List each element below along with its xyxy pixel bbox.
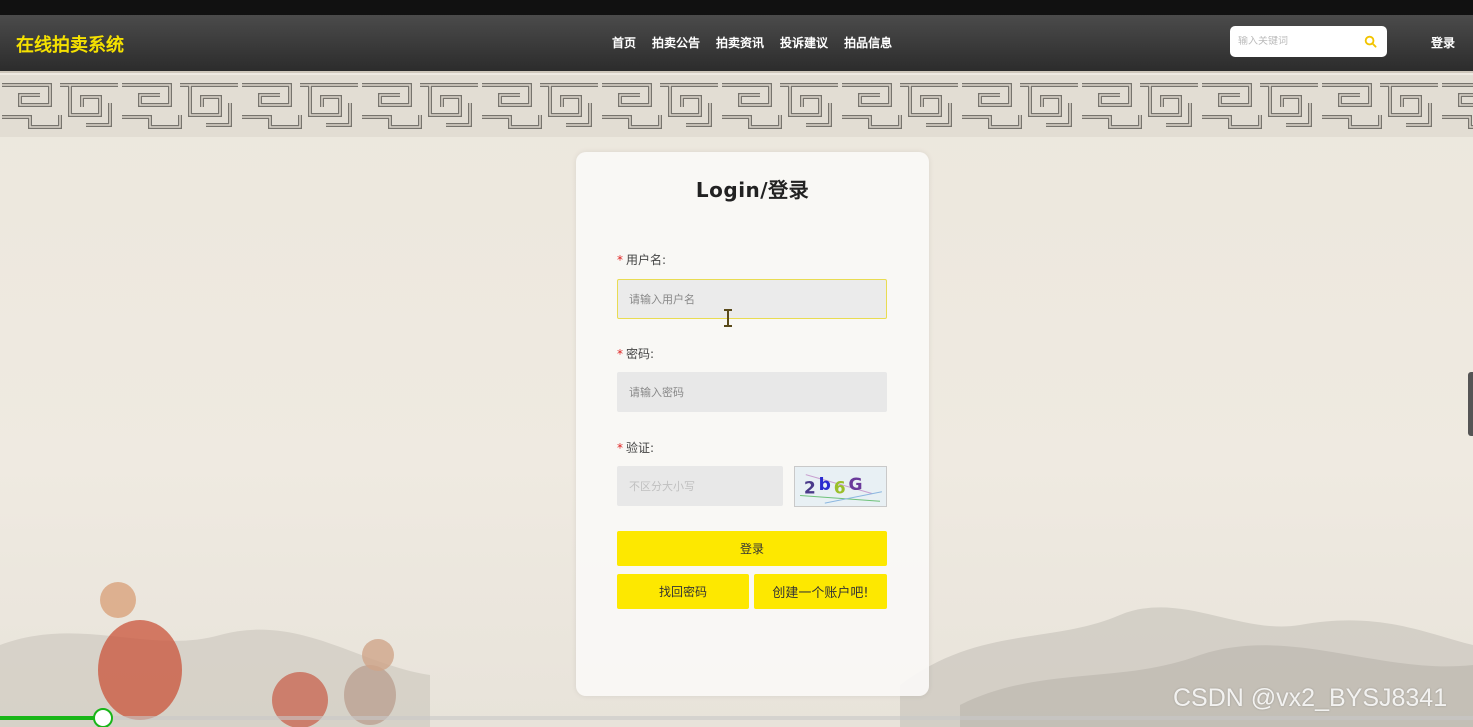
video-progress-track[interactable] <box>0 716 1473 720</box>
captcha-label-text: 验证: <box>626 441 655 455</box>
captcha-image[interactable]: 2b6G <box>794 466 887 507</box>
password-input[interactable] <box>617 372 887 412</box>
login-card: Login/登录 *用户名: *密码: *验证: 2b6G 登录 找回密码 创建… <box>576 152 929 696</box>
register-button[interactable]: 创建一个账户吧! <box>754 574 887 609</box>
search-input[interactable] <box>1238 36 1363 47</box>
required-mark: * <box>617 253 623 267</box>
username-label-text: 用户名: <box>626 253 667 267</box>
password-label: * 密码: <box>617 345 654 362</box>
nav-item-auction-notices[interactable]: 拍卖公告 <box>652 34 700 51</box>
password-label-text: 密码: <box>626 347 655 361</box>
lattice-border-decoration <box>0 75 1473 137</box>
nav-item-home[interactable]: 首页 <box>612 34 636 51</box>
required-mark: * <box>617 347 623 361</box>
top-black-strip <box>0 0 1473 15</box>
login-title: Login/登录 <box>695 178 810 202</box>
username-input[interactable] <box>617 279 887 319</box>
nav-item-auction-news[interactable]: 拍卖资讯 <box>716 34 764 51</box>
login-button[interactable]: 登录 <box>617 531 887 566</box>
username-label: * 用户名: <box>617 251 666 268</box>
nav-links: 首页 拍卖公告 拍卖资讯 投诉建议 拍品信息 <box>612 34 892 51</box>
captcha-input[interactable] <box>617 466 783 506</box>
captcha-label: * 验证: <box>617 439 654 456</box>
watermark: CSDN @vx2_BYSJ8341 <box>1173 684 1448 712</box>
navbar: 在线拍卖系统 首页 拍卖公告 拍卖资讯 投诉建议 拍品信息 登录 <box>0 15 1473 73</box>
search-icon[interactable] <box>1364 35 1377 48</box>
site-brand[interactable]: 在线拍卖系统 <box>16 31 124 57</box>
video-progress-knob[interactable] <box>93 708 113 727</box>
video-progress-fill <box>0 716 103 720</box>
nav-item-lot-info[interactable]: 拍品信息 <box>844 34 892 51</box>
text-cursor-icon <box>724 309 732 327</box>
search-box <box>1230 26 1387 57</box>
header-login-link[interactable]: 登录 <box>1431 34 1455 51</box>
forgot-password-button[interactable]: 找回密码 <box>617 574 749 609</box>
side-scroll-tab[interactable] <box>1468 372 1473 436</box>
nav-item-complaints[interactable]: 投诉建议 <box>780 34 828 51</box>
required-mark: * <box>617 441 623 455</box>
